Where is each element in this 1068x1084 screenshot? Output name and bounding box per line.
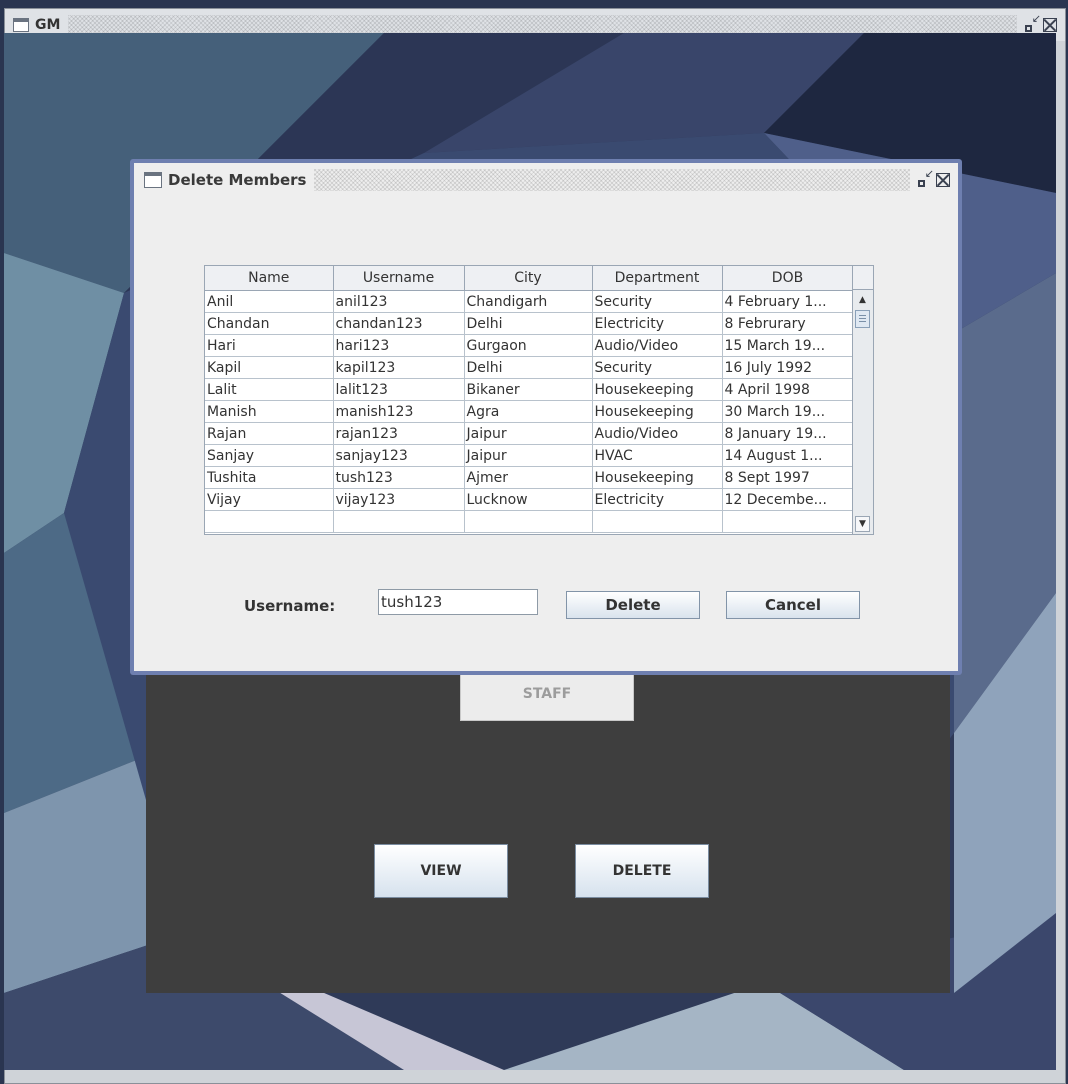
table-row[interactable]: Kapil kapil123 Delhi Security 16 July 1992 xyxy=(205,356,854,379)
table-cell[interactable]: 4 February 1... xyxy=(722,290,854,313)
table-row[interactable]: Chandan chandan123 Delhi Electricity 8 Febru… xyxy=(205,312,854,335)
table-row[interactable]: Anil anil123 Chandigarh Security 4 February … xyxy=(205,290,854,313)
delete-members-dialog: Delete Members NameUsernameCityDepartmen… xyxy=(130,159,962,675)
table-cell[interactable]: Agra xyxy=(464,400,593,423)
table-cell[interactable]: sanjay123 xyxy=(333,444,465,467)
table-cell[interactable]: Manish xyxy=(205,400,334,423)
table-row[interactable]: Tushita tush123 Ajmer Housekeeping 8 Sept 19… xyxy=(205,466,854,489)
table-cell[interactable]: 8 Sept 1997 xyxy=(722,466,854,489)
table-cell[interactable]: 14 August 1... xyxy=(722,444,854,467)
table-cell[interactable]: Jaipur xyxy=(464,444,593,467)
table-cell[interactable]: Delhi xyxy=(464,356,593,379)
scroll-up-icon[interactable]: ▲ xyxy=(855,292,870,308)
table-cell[interactable]: 8 January 19... xyxy=(722,422,854,445)
staff-button[interactable]: STAFF xyxy=(460,667,634,721)
table-cell[interactable] xyxy=(464,510,593,533)
table-cell[interactable]: 30 March 19... xyxy=(722,400,854,423)
table-cell[interactable] xyxy=(205,510,334,533)
table-cell[interactable] xyxy=(333,510,465,533)
column-header[interactable]: DOB xyxy=(722,266,854,291)
desktop-background: STAFF VIEW DELETE Delete Members NameUse… xyxy=(4,33,1056,1070)
table-cell[interactable]: Chandan xyxy=(205,312,334,335)
table-cell[interactable]: Audio/Video xyxy=(592,334,723,357)
table-row[interactable] xyxy=(205,510,854,533)
table-cell[interactable]: 4 April 1998 xyxy=(722,378,854,401)
table-row[interactable]: Rajan rajan123 Jaipur Audio/Video 8 January … xyxy=(205,422,854,445)
table-cell[interactable] xyxy=(592,510,723,533)
table-cell[interactable]: 8 Februrary xyxy=(722,312,854,335)
table-cell[interactable]: Anil xyxy=(205,290,334,313)
close-icon[interactable] xyxy=(1043,18,1057,32)
table-cell[interactable]: Sanjay xyxy=(205,444,334,467)
table-cell[interactable]: Ajmer xyxy=(464,466,593,489)
username-label: Username: xyxy=(244,597,336,615)
dialog-titlebar[interactable]: Delete Members xyxy=(134,163,958,197)
table-cell[interactable]: Delhi xyxy=(464,312,593,335)
dialog-drag-area[interactable] xyxy=(314,169,910,191)
table-row[interactable]: Hari hari123 Gurgaon Audio/Video 15 March 19… xyxy=(205,334,854,357)
table-cell[interactable]: Kapil xyxy=(205,356,334,379)
table-cell[interactable]: manish123 xyxy=(333,400,465,423)
table-cell[interactable]: Security xyxy=(592,356,723,379)
table-cell[interactable]: Bikaner xyxy=(464,378,593,401)
column-header[interactable]: Name xyxy=(205,266,334,291)
table-cell[interactable] xyxy=(722,510,854,533)
delete-panel-button[interactable]: DELETE xyxy=(575,844,709,898)
table-cell[interactable]: Rajan xyxy=(205,422,334,445)
titlebar-drag-area[interactable] xyxy=(68,15,1017,35)
cancel-button[interactable]: Cancel xyxy=(726,591,860,619)
table-cell[interactable]: Vijay xyxy=(205,488,334,511)
scroll-down-icon[interactable]: ▼ xyxy=(855,516,870,532)
table-cell[interactable]: 15 March 19... xyxy=(722,334,854,357)
table-cell[interactable]: 16 July 1992 xyxy=(722,356,854,379)
table-row[interactable]: Manish manish123 Agra Housekeeping 30 March … xyxy=(205,400,854,423)
column-header[interactable]: Department xyxy=(592,266,723,291)
table-cell[interactable]: vijay123 xyxy=(333,488,465,511)
table-cell[interactable]: Tushita xyxy=(205,466,334,489)
table-cell[interactable]: Chandigarh xyxy=(464,290,593,313)
staff-panel: STAFF VIEW DELETE xyxy=(146,633,950,993)
table-cell[interactable]: chandan123 xyxy=(333,312,465,335)
table-cell[interactable]: rajan123 xyxy=(333,422,465,445)
table-row[interactable]: Lalit lalit123 Bikaner Housekeeping 4 April … xyxy=(205,378,854,401)
table-row[interactable]: Vijay vijay123 Lucknow Electricity 12 Decemb… xyxy=(205,488,854,511)
table-cell[interactable]: Gurgaon xyxy=(464,334,593,357)
table-cell[interactable]: Audio/Video xyxy=(592,422,723,445)
table-cell[interactable]: anil123 xyxy=(333,290,465,313)
table-cell[interactable]: tush123 xyxy=(333,466,465,489)
view-button[interactable]: VIEW xyxy=(374,844,508,898)
table-row[interactable]: Sanjay sanjay123 Jaipur HVAC 14 August 1... xyxy=(205,444,854,467)
table-cell[interactable]: Housekeeping xyxy=(592,378,723,401)
header-corner xyxy=(852,266,873,290)
table-cell[interactable]: 12 Decembe... xyxy=(722,488,854,511)
table-cell[interactable]: Electricity xyxy=(592,488,723,511)
table-cell[interactable]: Housekeeping xyxy=(592,466,723,489)
members-table[interactable]: Name Username City Department DOB Anil anil12… xyxy=(204,265,874,535)
table-cell[interactable]: Lalit xyxy=(205,378,334,401)
username-input[interactable] xyxy=(378,589,538,615)
restore-icon[interactable] xyxy=(1025,12,1041,32)
column-header[interactable]: City xyxy=(464,266,593,291)
column-header[interactable]: Username xyxy=(333,266,465,291)
table-cell[interactable]: Lucknow xyxy=(464,488,593,511)
scroll-thumb[interactable] xyxy=(855,310,870,328)
table-cell[interactable]: Jaipur xyxy=(464,422,593,445)
vertical-scrollbar[interactable]: ▲ ▼ xyxy=(852,290,873,534)
table-cell[interactable]: Electricity xyxy=(592,312,723,335)
table-cell[interactable]: hari123 xyxy=(333,334,465,357)
table-cell[interactable]: HVAC xyxy=(592,444,723,467)
table-cell[interactable]: kapil123 xyxy=(333,356,465,379)
window-icon xyxy=(13,18,29,32)
main-window-title: GM xyxy=(35,17,61,33)
table-cell[interactable]: Hari xyxy=(205,334,334,357)
table-cell[interactable]: Security xyxy=(592,290,723,313)
table-cell[interactable]: Housekeeping xyxy=(592,400,723,423)
table-header-row: Name Username City Department DOB xyxy=(205,266,854,291)
dialog-close-icon[interactable] xyxy=(936,173,950,187)
delete-button[interactable]: Delete xyxy=(566,591,700,619)
dialog-window-icon xyxy=(144,172,162,188)
dialog-restore-icon[interactable] xyxy=(918,167,934,187)
table-cell[interactable]: lalit123 xyxy=(333,378,465,401)
dialog-title: Delete Members xyxy=(168,171,307,189)
